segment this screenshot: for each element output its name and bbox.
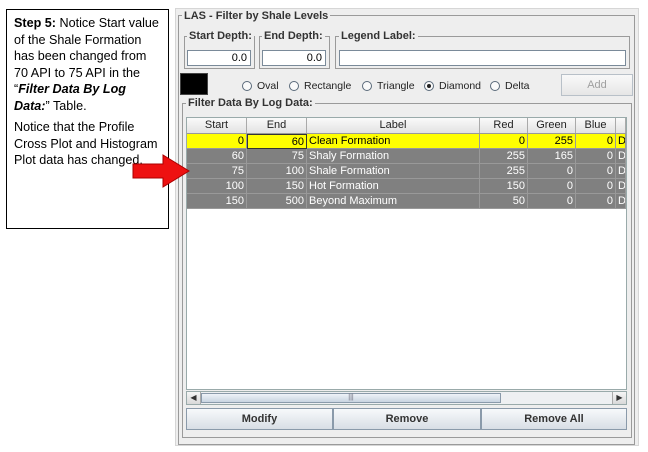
cell-green[interactable]: 165 <box>528 149 576 164</box>
cell-end[interactable]: 150 <box>247 179 307 194</box>
cell-red[interactable]: 255 <box>480 164 528 179</box>
radio-diamond[interactable]: Diamond <box>424 80 481 92</box>
cell-red[interactable]: 0 <box>480 134 528 149</box>
radio-circle-icon <box>490 81 500 91</box>
end-depth-label: End Depth: <box>262 30 325 42</box>
cell-end[interactable]: 500 <box>247 194 307 209</box>
cell-red[interactable]: 150 <box>480 179 528 194</box>
radio-delta[interactable]: Delta <box>490 80 530 92</box>
horizontal-scrollbar[interactable]: ◀ ||| ▶ <box>186 391 627 405</box>
radio-triangle[interactable]: Triangle <box>362 80 415 92</box>
column-header-green[interactable]: Green <box>528 118 576 133</box>
cell-blue[interactable]: 0 <box>576 134 616 149</box>
cell-start[interactable]: 60 <box>187 149 247 164</box>
column-header-start[interactable]: Start <box>187 118 247 133</box>
radio-circle-icon <box>289 81 299 91</box>
cell-start[interactable]: 75 <box>187 164 247 179</box>
red-arrow-icon <box>132 154 190 188</box>
scroll-right-icon[interactable]: ▶ <box>612 392 626 404</box>
cell-end[interactable]: 60 <box>247 134 307 149</box>
cell-extra[interactable]: D <box>616 194 626 209</box>
add-button[interactable]: Add <box>561 74 633 96</box>
start-depth-input[interactable]: 0.0 <box>187 50 251 66</box>
cell-green[interactable]: 0 <box>528 179 576 194</box>
table-header: Start End Label Red Green Blue <box>187 118 626 134</box>
cell-label[interactable]: Clean Formation <box>307 134 480 149</box>
callout-text-b: ” Table. <box>45 98 87 113</box>
radio-selected-icon <box>424 81 434 91</box>
radio-oval[interactable]: Oval <box>242 80 279 92</box>
scroll-left-icon[interactable]: ◀ <box>187 392 201 404</box>
legend-label-input[interactable] <box>339 50 626 66</box>
filter-data-title: Filter Data By Log Data: <box>186 97 315 109</box>
callout-paragraph-1: Step 5: Notice Start value of the Shale … <box>14 15 162 114</box>
radio-diamond-label: Diamond <box>439 80 482 92</box>
scrollbar-thumb[interactable]: ||| <box>201 393 501 403</box>
cell-blue[interactable]: 0 <box>576 149 616 164</box>
cell-green[interactable]: 0 <box>528 194 576 209</box>
table-row[interactable]: 60 75 Shaly Formation 255 165 0 D <box>187 149 626 164</box>
step-label: Step 5: <box>14 16 56 30</box>
table-row[interactable]: 0 60 Clean Formation 0 255 0 D <box>187 134 626 149</box>
filter-table: Start End Label Red Green Blue 0 60 Clea… <box>186 117 627 390</box>
radio-oval-label: Oval <box>257 80 279 92</box>
cell-label[interactable]: Shale Formation <box>307 164 480 179</box>
end-depth-input[interactable]: 0.0 <box>262 50 326 66</box>
table-row[interactable]: 75 100 Shale Formation 255 0 0 D <box>187 164 626 179</box>
radio-rectangle[interactable]: Rectangle <box>289 80 351 92</box>
cell-start[interactable]: 150 <box>187 194 247 209</box>
cell-extra[interactable]: D <box>616 179 626 194</box>
column-header-extra[interactable] <box>616 118 626 133</box>
cell-blue[interactable]: 0 <box>576 194 616 209</box>
legend-label-title: Legend Label: <box>339 30 418 42</box>
start-depth-label: Start Depth: <box>187 30 254 42</box>
radio-rectangle-label: Rectangle <box>304 80 352 92</box>
cell-blue[interactable]: 0 <box>576 164 616 179</box>
cell-end[interactable]: 75 <box>247 149 307 164</box>
cell-end[interactable]: 100 <box>247 164 307 179</box>
cell-red[interactable]: 255 <box>480 149 528 164</box>
cell-extra[interactable]: D <box>616 149 626 164</box>
panel-title: LAS - Filter by Shale Levels <box>182 10 331 22</box>
cell-green[interactable]: 255 <box>528 134 576 149</box>
color-swatch-button[interactable] <box>180 73 208 95</box>
cell-red[interactable]: 50 <box>480 194 528 209</box>
cell-start[interactable]: 0 <box>187 134 247 149</box>
radio-delta-label: Delta <box>505 80 530 92</box>
cell-label[interactable]: Beyond Maximum <box>307 194 480 209</box>
cell-blue[interactable]: 0 <box>576 179 616 194</box>
radio-circle-icon <box>242 81 252 91</box>
cell-label[interactable]: Hot Formation <box>307 179 480 194</box>
table-row[interactable]: 150 500 Beyond Maximum 50 0 0 D <box>187 194 626 209</box>
radio-triangle-label: Triangle <box>377 80 415 92</box>
cell-start[interactable]: 100 <box>187 179 247 194</box>
cell-extra[interactable]: D <box>616 134 626 149</box>
remove-button[interactable]: Remove <box>333 408 481 430</box>
column-header-label[interactable]: Label <box>307 118 480 133</box>
cell-green[interactable]: 0 <box>528 164 576 179</box>
radio-circle-icon <box>362 81 372 91</box>
cell-extra[interactable]: D <box>616 164 626 179</box>
remove-all-button[interactable]: Remove All <box>481 408 627 430</box>
column-header-end[interactable]: End <box>247 118 307 133</box>
table-row[interactable]: 100 150 Hot Formation 150 0 0 D <box>187 179 626 194</box>
column-header-red[interactable]: Red <box>480 118 528 133</box>
instruction-callout: Step 5: Notice Start value of the Shale … <box>6 9 169 229</box>
modify-button[interactable]: Modify <box>186 408 333 430</box>
cell-label[interactable]: Shaly Formation <box>307 149 480 164</box>
column-header-blue[interactable]: Blue <box>576 118 616 133</box>
